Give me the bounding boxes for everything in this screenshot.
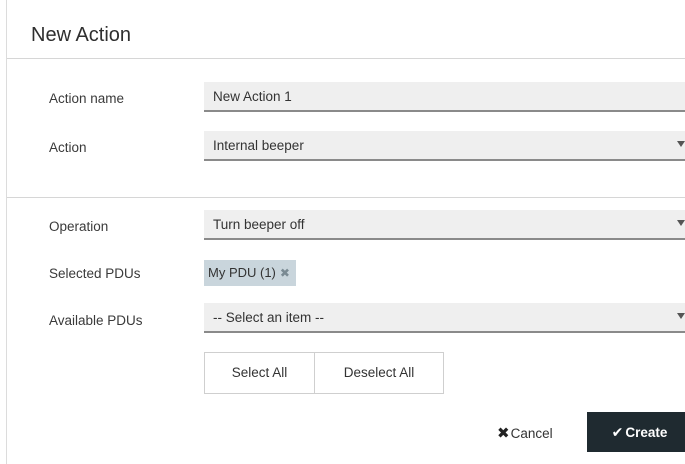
chevron-down-icon (677, 220, 685, 226)
action-label: Action (49, 140, 87, 155)
action-name-label: Action name (49, 91, 125, 106)
select-all-button[interactable]: Select All (205, 353, 315, 393)
available-pdus-label: Available PDUs (49, 313, 143, 328)
create-button-label: Create (625, 424, 668, 440)
action-value: Internal beeper (213, 138, 304, 153)
section-divider (7, 197, 685, 198)
available-pdus-select[interactable]: -- Select an item -- (204, 303, 685, 333)
action-select[interactable]: Internal beeper (204, 131, 685, 161)
create-button[interactable]: ✔ Create (587, 412, 685, 452)
operation-value: Turn beeper off (213, 217, 305, 232)
cancel-button[interactable]: ✖ Cancel (497, 424, 553, 442)
operation-select[interactable]: Turn beeper off (204, 210, 685, 240)
checkmark-icon: ✔ (611, 423, 624, 440)
new-action-dialog: New Action Action name New Action 1 Acti… (6, 0, 685, 464)
selected-pdu-tag-label: My PDU (1) (208, 265, 276, 280)
available-pdus-value: -- Select an item -- (213, 310, 325, 325)
selected-pdus-label: Selected PDUs (49, 266, 141, 281)
action-name-input[interactable]: New Action 1 (204, 82, 685, 112)
deselect-all-button[interactable]: Deselect All (315, 353, 443, 393)
selected-pdu-tag[interactable]: My PDU (1) ✖ (204, 260, 296, 286)
close-icon[interactable]: ✖ (280, 260, 290, 286)
dialog-title: New Action (31, 24, 132, 46)
cancel-button-label: Cancel (510, 425, 553, 441)
close-icon: ✖ (497, 425, 510, 442)
action-name-value: New Action 1 (213, 89, 292, 104)
selection-button-group: Select All Deselect All (204, 352, 444, 394)
dialog-header: New Action (7, 8, 685, 59)
operation-label: Operation (49, 219, 109, 234)
chevron-down-icon (677, 141, 685, 147)
chevron-down-icon (677, 313, 685, 319)
